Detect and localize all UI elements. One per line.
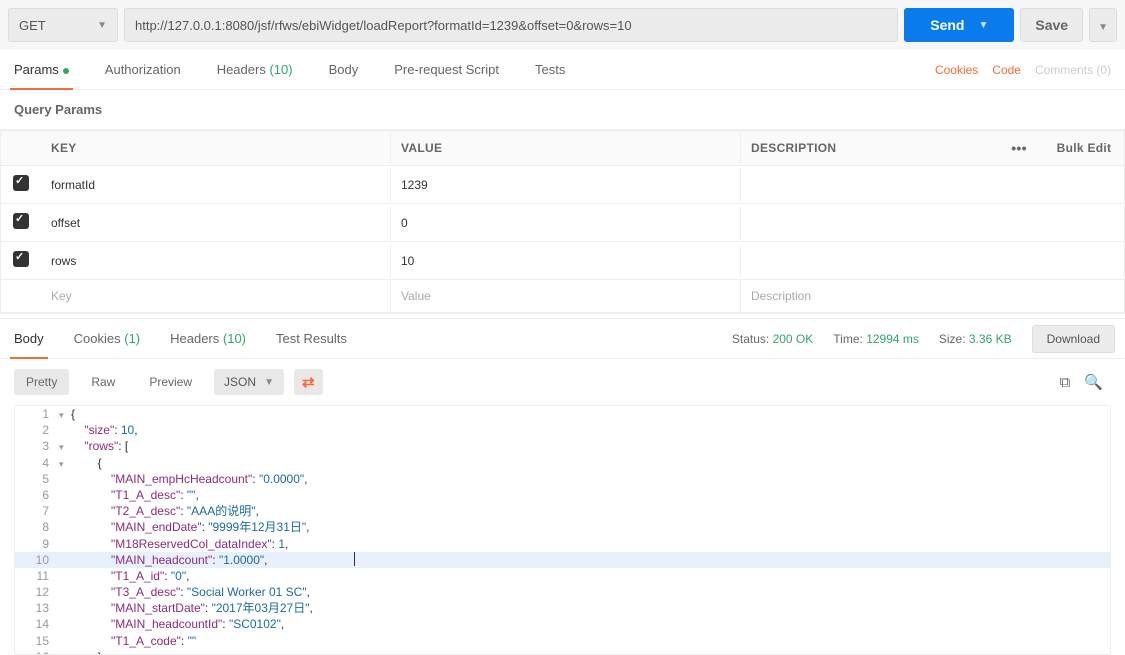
url-input[interactable] bbox=[124, 8, 898, 42]
more-icon[interactable]: ••• bbox=[994, 131, 1044, 165]
chevron-down-icon[interactable]: ▼ bbox=[978, 20, 988, 31]
send-button[interactable]: Send ▼ bbox=[904, 8, 1014, 42]
code-link[interactable]: Code bbox=[992, 63, 1021, 77]
wrap-icon[interactable]: ⇄ bbox=[294, 369, 323, 395]
tab-prerequest[interactable]: Pre-request Script bbox=[390, 50, 503, 89]
size-label: Size: 3.36 KB bbox=[939, 332, 1012, 346]
param-key[interactable]: formatId bbox=[41, 169, 391, 201]
tab-tests[interactable]: Tests bbox=[531, 50, 569, 89]
format-select[interactable]: JSON ▼ bbox=[214, 369, 284, 395]
col-value: VALUE bbox=[391, 132, 741, 164]
chevron-down-icon: ▼ bbox=[264, 377, 274, 388]
tab-authorization[interactable]: Authorization bbox=[101, 50, 185, 89]
resp-tab-headers[interactable]: Headers (10) bbox=[166, 319, 250, 358]
param-key[interactable]: offset bbox=[41, 207, 391, 239]
time-label: Time: 12994 ms bbox=[833, 332, 919, 346]
tab-body[interactable]: Body bbox=[325, 50, 363, 89]
checkbox-icon[interactable] bbox=[13, 251, 29, 267]
chevron-down-icon: ▼ bbox=[97, 20, 107, 31]
response-body[interactable]: 1▾{2 "size": 10,3▾ "rows": [4▾ {5 "MAIN_… bbox=[14, 405, 1111, 655]
col-key: KEY bbox=[41, 132, 391, 164]
param-key[interactable]: rows bbox=[41, 245, 391, 277]
table-row: rows10 bbox=[1, 242, 1124, 280]
key-input[interactable]: Key bbox=[41, 280, 391, 312]
download-button[interactable]: Download bbox=[1032, 325, 1115, 353]
save-button[interactable]: Save bbox=[1020, 8, 1083, 42]
checkbox-icon[interactable] bbox=[13, 213, 29, 229]
method-label: GET bbox=[19, 18, 46, 33]
comments-link[interactable]: Comments (0) bbox=[1035, 63, 1111, 77]
modified-dot-icon bbox=[63, 68, 69, 74]
status-label: Status: 200 OK bbox=[732, 332, 813, 346]
copy-icon[interactable]: ⧉ bbox=[1060, 374, 1071, 391]
col-description: DESCRIPTION bbox=[741, 132, 994, 164]
param-description[interactable] bbox=[741, 214, 1124, 232]
resp-tab-cookies[interactable]: Cookies (1) bbox=[70, 319, 144, 358]
value-input[interactable]: Value bbox=[391, 280, 741, 312]
save-dropdown[interactable]: ▼ bbox=[1089, 8, 1117, 42]
method-select[interactable]: GET ▼ bbox=[8, 8, 118, 42]
table-row: offset0 bbox=[1, 204, 1124, 242]
param-value[interactable]: 10 bbox=[391, 245, 741, 277]
param-value[interactable]: 0 bbox=[391, 207, 741, 239]
param-description[interactable] bbox=[741, 252, 1124, 270]
view-pretty[interactable]: Pretty bbox=[14, 369, 69, 395]
description-input[interactable]: Description bbox=[741, 280, 1124, 312]
resp-tab-body[interactable]: Body bbox=[10, 319, 48, 358]
bulk-edit-link[interactable]: Bulk Edit bbox=[1044, 132, 1124, 164]
view-preview[interactable]: Preview bbox=[137, 369, 204, 395]
chevron-down-icon: ▼ bbox=[1098, 22, 1108, 33]
table-row: formatId1239 bbox=[1, 166, 1124, 204]
param-description[interactable] bbox=[741, 176, 1124, 194]
checkbox-icon[interactable] bbox=[13, 175, 29, 191]
tab-headers[interactable]: Headers (10) bbox=[213, 50, 297, 89]
resp-tab-tests[interactable]: Test Results bbox=[272, 319, 351, 358]
search-icon[interactable]: 🔍 bbox=[1084, 373, 1103, 391]
param-value[interactable]: 1239 bbox=[391, 169, 741, 201]
view-raw[interactable]: Raw bbox=[79, 369, 127, 395]
query-params-table: KEY VALUE DESCRIPTION ••• Bulk Edit form… bbox=[0, 130, 1125, 314]
query-params-title: Query Params bbox=[0, 90, 1125, 130]
cookies-link[interactable]: Cookies bbox=[935, 63, 978, 77]
send-label: Send bbox=[930, 17, 964, 33]
text-cursor-icon bbox=[354, 552, 355, 566]
tab-params[interactable]: Params bbox=[10, 50, 73, 89]
